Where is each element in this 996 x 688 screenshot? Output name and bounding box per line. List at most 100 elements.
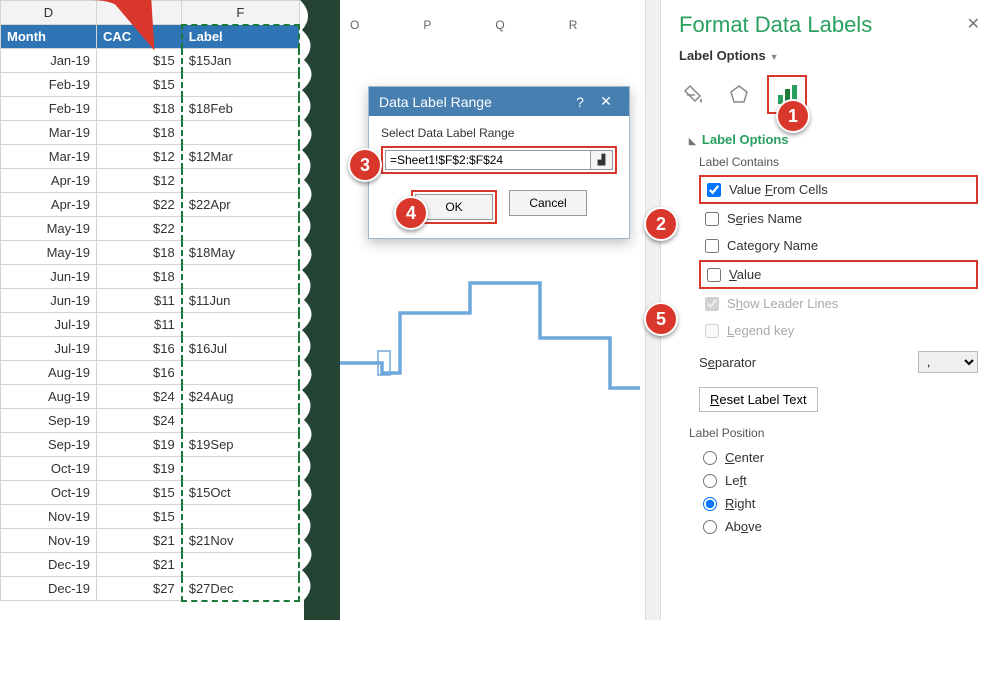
cell-label[interactable] [182, 313, 299, 337]
cell-month[interactable]: Sep-19 [1, 433, 97, 457]
cell-label[interactable] [182, 73, 299, 97]
range-input[interactable] [385, 150, 591, 170]
col-q[interactable]: Q [495, 18, 504, 32]
cell-label[interactable]: $18Feb [182, 97, 299, 121]
cell-label[interactable]: $15Oct [182, 481, 299, 505]
separator-select[interactable]: , [918, 351, 978, 373]
cell-label[interactable] [182, 457, 299, 481]
cell-month[interactable]: Nov-19 [1, 529, 97, 553]
reset-label-button[interactable]: Reset Label Text [699, 387, 818, 412]
cell-cac[interactable]: $15 [96, 505, 181, 529]
cell-month[interactable]: Jun-19 [1, 265, 97, 289]
cell-cac[interactable]: $11 [96, 289, 181, 313]
panel-title: Format Data Labels [679, 12, 978, 38]
cell-month[interactable]: Oct-19 [1, 457, 97, 481]
cell-cac[interactable]: $24 [96, 409, 181, 433]
cell-month[interactable]: Oct-19 [1, 481, 97, 505]
radio-above[interactable]: Above [689, 515, 978, 538]
col-header-f[interactable]: F [182, 1, 299, 25]
dialog-range-label: Select Data Label Range [381, 126, 617, 140]
cell-cac[interactable]: $12 [96, 169, 181, 193]
cell-month[interactable]: Apr-19 [1, 169, 97, 193]
cell-month[interactable]: Apr-19 [1, 193, 97, 217]
cell-label[interactable] [182, 169, 299, 193]
dropdown-icon[interactable]: ▼ [770, 52, 779, 62]
cell-cac[interactable]: $16 [96, 361, 181, 385]
cell-cac[interactable]: $22 [96, 193, 181, 217]
cell-label[interactable] [182, 361, 299, 385]
radio-left[interactable]: Left [689, 469, 978, 492]
cell-cac[interactable]: $18 [96, 265, 181, 289]
col-p[interactable]: P [423, 18, 431, 32]
cell-label[interactable] [182, 505, 299, 529]
cell-cac[interactable]: $18 [96, 121, 181, 145]
header-label[interactable]: Label [182, 25, 299, 49]
range-picker-icon[interactable]: ▟ [591, 150, 613, 170]
panel-subtitle[interactable]: Label Options [679, 48, 766, 63]
cell-cac[interactable]: $15 [96, 73, 181, 97]
cell-cac[interactable]: $15 [96, 49, 181, 73]
cell-cac[interactable]: $16 [96, 337, 181, 361]
cell-month[interactable]: Jun-19 [1, 289, 97, 313]
cell-cac[interactable]: $19 [96, 433, 181, 457]
cell-month[interactable]: Dec-19 [1, 577, 97, 601]
cell-month[interactable]: Nov-19 [1, 505, 97, 529]
cell-label[interactable]: $27Dec [182, 577, 299, 601]
checkbox-value-from-cells[interactable]: Value From CellsValue From Cells [699, 175, 978, 204]
dialog-help-icon[interactable]: ? [567, 94, 593, 110]
cell-cac[interactable]: $18 [96, 241, 181, 265]
cell-label[interactable] [182, 265, 299, 289]
cell-month[interactable]: May-19 [1, 217, 97, 241]
cell-month[interactable]: Jan-19 [1, 49, 97, 73]
checkbox-value[interactable]: Value [699, 260, 978, 289]
cell-label[interactable]: $16Jul [182, 337, 299, 361]
cell-month[interactable]: Feb-19 [1, 73, 97, 97]
radio-center[interactable]: Center [689, 446, 978, 469]
cell-cac[interactable]: $27 [96, 577, 181, 601]
cell-month[interactable]: Jul-19 [1, 337, 97, 361]
cell-label[interactable]: $22Apr [182, 193, 299, 217]
cell-label[interactable]: $11Jun [182, 289, 299, 313]
checkbox-category-name[interactable]: Category Name [699, 233, 978, 258]
cell-month[interactable]: Feb-19 [1, 97, 97, 121]
cell-cac[interactable]: $19 [96, 457, 181, 481]
cell-label[interactable]: $18May [182, 241, 299, 265]
cell-label[interactable]: $15Jan [182, 49, 299, 73]
col-r[interactable]: R [569, 18, 578, 32]
cell-label[interactable] [182, 553, 299, 577]
cell-label[interactable] [182, 121, 299, 145]
cancel-button[interactable]: Cancel [509, 190, 587, 216]
spreadsheet: D E F Month CAC Label Jan-19$15$15JanFeb… [0, 0, 300, 602]
cell-month[interactable]: Mar-19 [1, 145, 97, 169]
section-label-options[interactable]: Label Options [689, 132, 978, 147]
cell-cac[interactable]: $15 [96, 481, 181, 505]
cell-month[interactable]: Aug-19 [1, 385, 97, 409]
cell-label[interactable]: $12Mar [182, 145, 299, 169]
cell-cac[interactable]: $24 [96, 385, 181, 409]
cell-label[interactable]: $21Nov [182, 529, 299, 553]
cell-label[interactable] [182, 409, 299, 433]
col-o[interactable]: O [350, 18, 359, 32]
cell-month[interactable]: Dec-19 [1, 553, 97, 577]
cell-month[interactable]: Mar-19 [1, 121, 97, 145]
checkbox-series-name[interactable]: Series Name [699, 206, 978, 231]
cell-cac[interactable]: $21 [96, 553, 181, 577]
panel-close-icon[interactable]: ✕ [967, 14, 980, 34]
cell-month[interactable]: Sep-19 [1, 409, 97, 433]
cell-label[interactable]: $19Sep [182, 433, 299, 457]
cell-month[interactable]: May-19 [1, 241, 97, 265]
cell-cac[interactable]: $22 [96, 217, 181, 241]
radio-right[interactable]: Right [689, 492, 978, 515]
cell-month[interactable]: Jul-19 [1, 313, 97, 337]
dialog-close-icon[interactable]: ✕ [593, 93, 619, 110]
effects-icon[interactable] [723, 79, 755, 111]
cell-cac[interactable]: $21 [96, 529, 181, 553]
cell-label[interactable]: $24Aug [182, 385, 299, 409]
cell-cac[interactable]: $11 [96, 313, 181, 337]
cell-cac[interactable]: $12 [96, 145, 181, 169]
cell-label[interactable] [182, 217, 299, 241]
cell-month[interactable]: Aug-19 [1, 361, 97, 385]
cell-cac[interactable]: $18 [96, 97, 181, 121]
fill-icon[interactable] [679, 79, 711, 111]
callout-5: 5 [644, 302, 678, 336]
